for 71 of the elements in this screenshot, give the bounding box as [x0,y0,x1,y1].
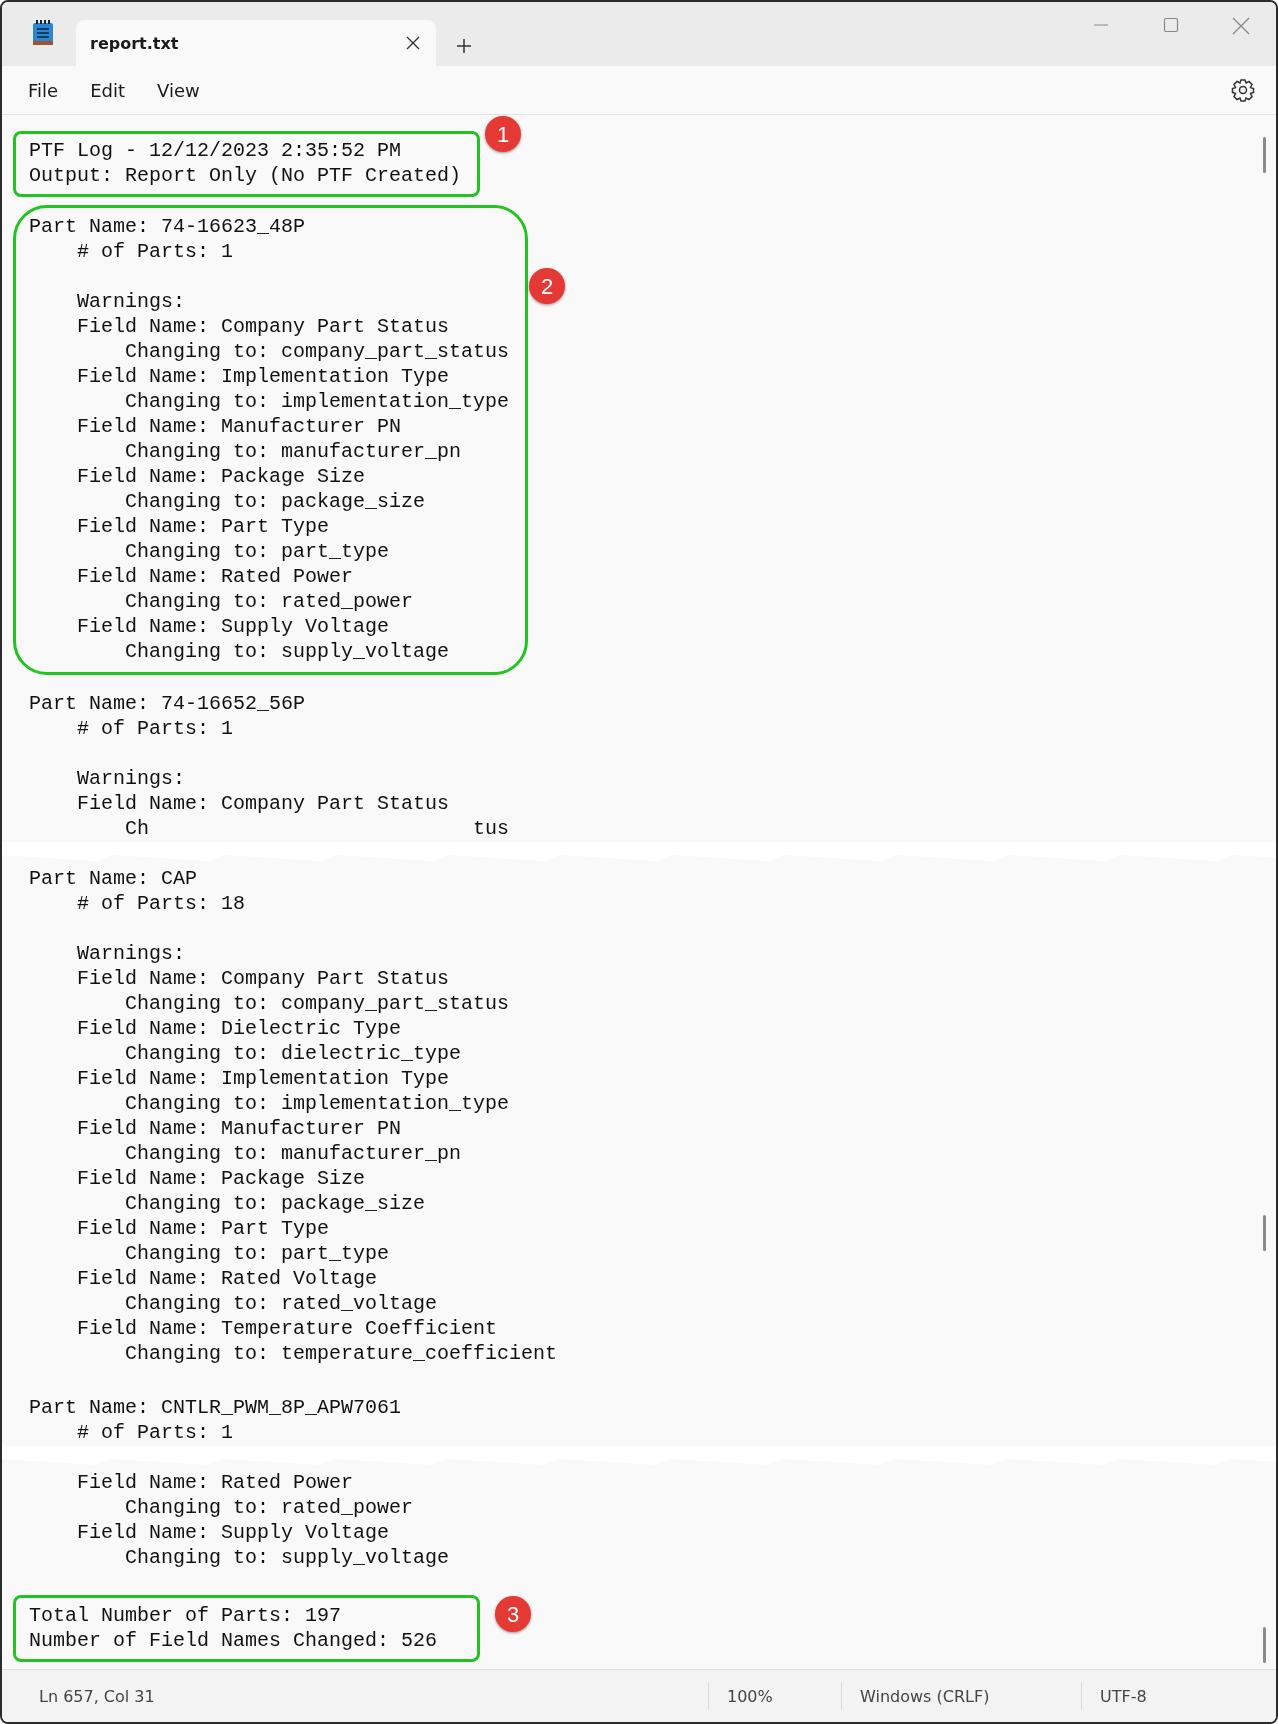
encoding[interactable]: UTF-8 [1081,1682,1147,1710]
text-line: Changing to: temperature_coefficient [124,1341,558,1366]
text-line: Changing to: rated_power [124,589,415,614]
text-line: # of Parts: 1 [76,716,235,741]
text-line: Field Name: Temperature Coefficient [76,1316,499,1341]
callout-number: 3 [495,1596,532,1632]
text-line: Field Name: Package Size [76,1166,367,1191]
scrollbar-thumb[interactable] [1263,1627,1266,1663]
text-line: Field Name: Supply Voltage [76,614,391,639]
text-line: Warnings: [76,941,187,966]
line-ending[interactable]: Windows (CRLF) [841,1682,1081,1710]
text-line: Changing to: manufacturer_pn [124,439,463,464]
text-line: Field Name: Company Part Status [76,791,451,816]
close-icon[interactable] [406,36,420,50]
text-line: Changing to: implementation_type [124,1091,511,1116]
text-line: Field Name: Manufacturer PN [76,414,403,439]
text-line: Field Name: Dielectric Type [76,1016,403,1041]
text-line: Changing to: supply_voltage [124,639,451,664]
text-line: Changing to: part_type [124,539,391,564]
text-fragment: Ch [125,816,150,841]
text-line: Warnings: [76,766,187,791]
text-line: Changing to: part_type [124,1241,391,1266]
text-line: Changing to: package_size [124,1191,427,1216]
menu-item[interactable]: View [145,73,212,107]
tab-title: report.txt [90,33,179,53]
text-line: Field Name: Rated Voltage [76,1266,379,1291]
text-line: Number of Field Names Changed: 526 [29,1628,438,1653]
scrollbar-thumb[interactable] [1263,137,1266,173]
text-line: # of Parts: 1 [76,239,235,264]
text-line: Changing to: company_part_status [124,991,511,1016]
maximize-icon[interactable] [1162,17,1180,35]
text-line: Changing to: rated_voltage [124,1291,439,1316]
text-line: Output: Report Only (No PTF Created) [29,163,462,188]
text-line: Changing to: rated_power [124,1495,415,1520]
text-line: Changing to: package_size [124,489,427,514]
text-line: Changing to: implementation_type [124,389,510,414]
callout-number: 1 [485,116,522,152]
text-line: Warnings: [76,289,187,314]
text-line: Field Name: Company Part Status [76,314,451,339]
text-line: Part Name: 74-16623_48P [29,214,307,239]
menu-item[interactable]: File [16,73,71,107]
text-line: Changing to: dielectric_type [124,1041,463,1066]
callout-number: 2 [529,268,566,304]
plus-icon[interactable] [456,38,472,54]
menu-item[interactable]: Edit [78,73,137,107]
text-line: Field Name: Part Type [76,514,331,539]
text-line: Field Name: Part Type [76,1216,331,1241]
text-line: Changing to: company_part_status [124,339,510,364]
text-line: # of Parts: 18 [76,891,247,916]
text-line: Changing to: manufacturer_pn [124,1141,463,1166]
scrollbar-thumb[interactable] [1263,1215,1266,1251]
text-line: Field Name: Company Part Status [76,966,451,991]
text-line: Field Name: Implementation Type [76,364,451,389]
tab[interactable]: report.txt [76,20,436,66]
text-line: Field Name: Implementation Type [76,1066,451,1091]
text-line: Part Name: CAP [29,866,199,891]
text-fragment: tus [473,816,510,841]
notepad-icon [32,20,54,46]
text-line: # of Parts: 1 [76,1420,235,1445]
zoom-level[interactable]: 100% [708,1682,841,1710]
text-line: Field Name: Rated Power [76,564,355,589]
text-line: Total Number of Parts: 197 [29,1603,343,1628]
text-line: PTF Log - 12/12/2023 2:35:52 PM [29,138,403,163]
text-line: Field Name: Rated Power [76,1470,355,1495]
text-line: Part Name: 74-16652_56P [29,691,307,716]
cursor-position: Ln 657, Col 31 [38,1685,156,1708]
text-line: Part Name: CNTLR_PWM_8P_APW7061 [29,1395,402,1420]
text-line: Field Name: Package Size [76,464,367,489]
text-line: Field Name: Manufacturer PN [76,1116,403,1141]
text-line: Field Name: Supply Voltage [76,1520,391,1545]
text-line: Changing to: supply_voltage [124,1545,450,1570]
